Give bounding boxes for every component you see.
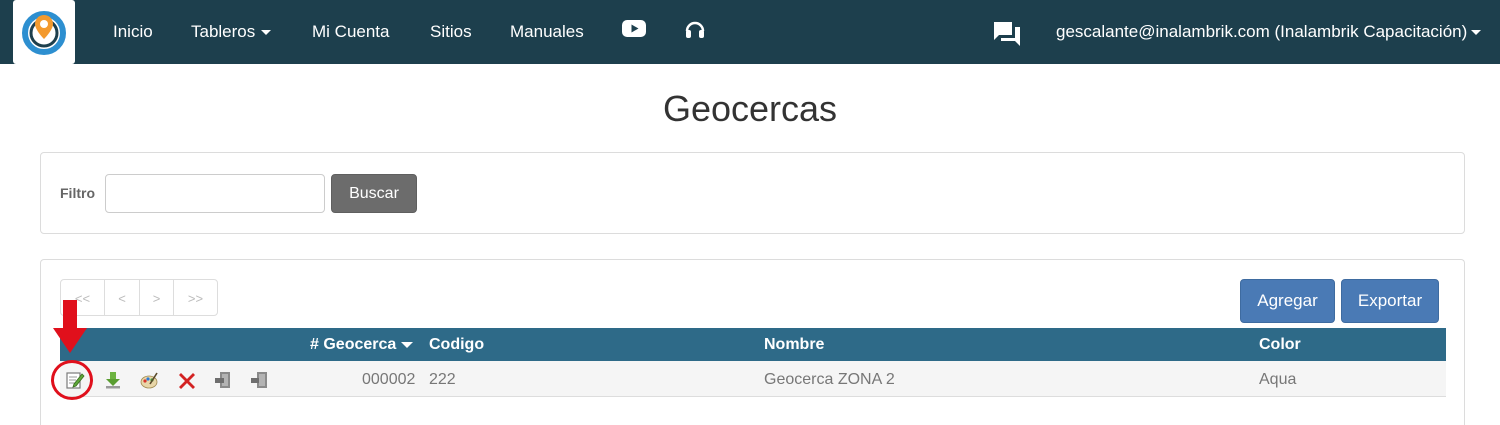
nav-tableros-dropdown[interactable]: Tableros [191, 0, 272, 64]
nav-sitios[interactable]: Sitios [430, 0, 472, 64]
cell-code: 222 [429, 371, 456, 388]
export-button[interactable]: Exportar [1341, 279, 1439, 323]
pager-next-button[interactable]: > [139, 279, 174, 316]
headset-icon[interactable] [683, 18, 707, 42]
column-header-name[interactable]: Nombre [764, 328, 824, 361]
cell-color: Aqua [1259, 371, 1297, 388]
user-menu-label: gescalante@inalambrik.com (Inalambrik Ca… [1056, 22, 1468, 41]
chevron-down-icon [261, 30, 272, 36]
youtube-icon[interactable] [622, 19, 646, 39]
column-header-color[interactable]: Color [1259, 328, 1301, 361]
unassign-icon[interactable] [249, 370, 269, 390]
nav-mi-cuenta[interactable]: Mi Cuenta [312, 0, 389, 64]
pager-last-button[interactable]: >> [173, 279, 218, 316]
add-button[interactable]: Agregar [1240, 279, 1335, 323]
chat-icon[interactable] [992, 20, 1022, 48]
annotation-arrow-icon [53, 300, 87, 353]
sort-desc-icon [401, 341, 414, 348]
filter-input[interactable] [105, 174, 325, 213]
download-icon[interactable] [103, 370, 123, 390]
nav-tableros-label: Tableros [191, 22, 256, 41]
search-button[interactable]: Buscar [331, 174, 417, 213]
top-navbar: Inicio Tableros Mi Cuenta Sitios Manuale… [0, 0, 1500, 64]
palette-icon[interactable] [139, 370, 159, 390]
column-header-id-label: # Geocerca [310, 336, 397, 353]
column-header-code[interactable]: Codigo [429, 328, 484, 361]
logo-icon [22, 11, 66, 55]
cell-name: Geocerca ZONA 2 [764, 371, 895, 388]
table-row: 000002 222 Geocerca ZONA 2 Aqua [60, 361, 1446, 397]
page-title: Geocercas [662, 88, 838, 129]
pager-prev-button[interactable]: < [104, 279, 140, 316]
chevron-down-icon [1471, 30, 1482, 36]
filter-panel: Filtro Buscar [40, 152, 1465, 234]
nav-manuales[interactable]: Manuales [510, 0, 584, 64]
annotation-circle [51, 360, 93, 400]
column-header-id[interactable]: # Geocerca [310, 328, 414, 361]
delete-icon[interactable] [177, 370, 197, 390]
assign-icon[interactable] [213, 370, 233, 390]
table-panel: << < > >> Agregar Exportar # Geocerca Co… [40, 259, 1465, 425]
user-menu-dropdown[interactable]: gescalante@inalambrik.com (Inalambrik Ca… [1056, 0, 1482, 64]
table-header: # Geocerca Codigo Nombre Color [60, 328, 1446, 361]
cell-id: 000002 [362, 371, 416, 388]
logo[interactable] [13, 0, 75, 64]
nav-inicio[interactable]: Inicio [113, 0, 153, 64]
filter-label: Filtro [60, 185, 95, 201]
